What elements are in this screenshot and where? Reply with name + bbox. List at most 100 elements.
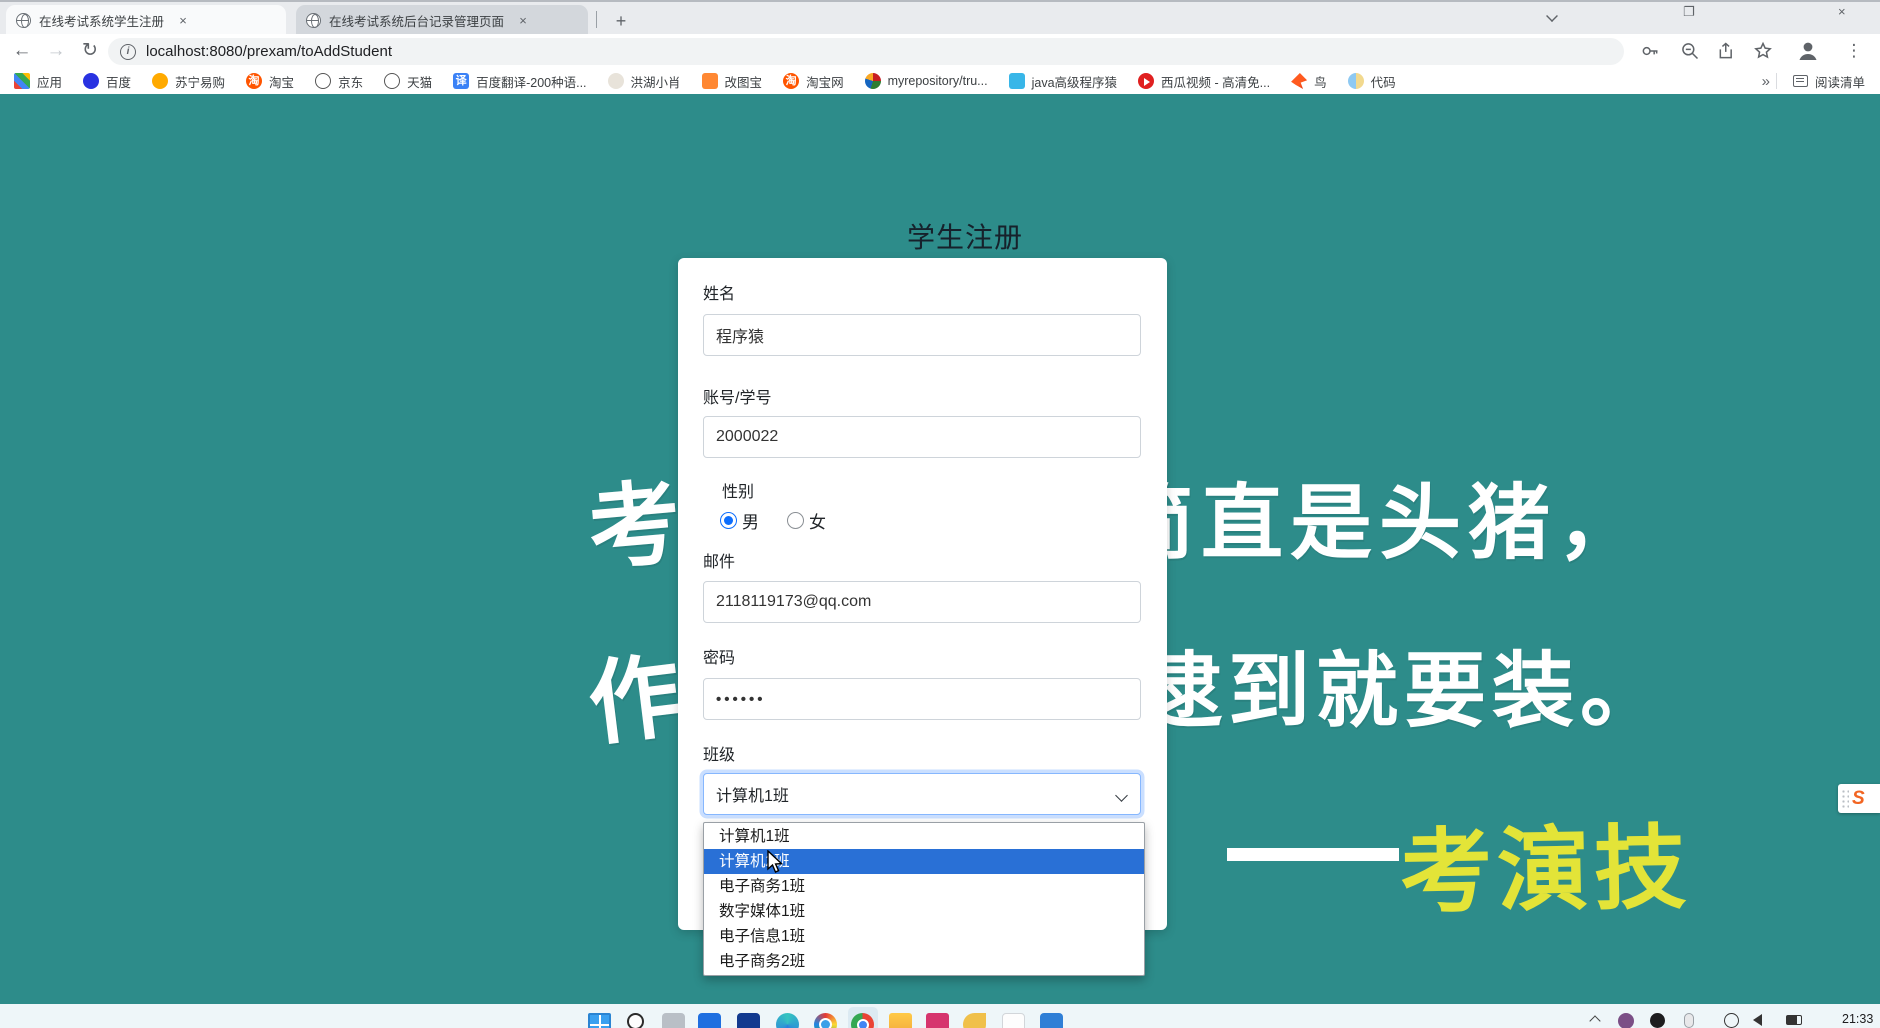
taskbar-clock[interactable]: 21:33 bbox=[1842, 1012, 1873, 1026]
globe-favicon bbox=[16, 13, 31, 28]
tray-expand-icon[interactable] bbox=[1589, 1015, 1601, 1027]
address-bar[interactable]: i localhost:8080/prexam/toAddStudent bbox=[108, 38, 1624, 65]
password-input[interactable] bbox=[703, 678, 1141, 720]
windows-taskbar: 21:33 bbox=[0, 1004, 1880, 1028]
start-button[interactable] bbox=[588, 1013, 611, 1028]
background-text-line1-right: 简直是头猪， bbox=[1112, 478, 1647, 569]
radio-male-label[interactable]: 男 bbox=[742, 508, 759, 533]
page-info-icon[interactable]: i bbox=[120, 43, 136, 60]
gender-radio-group: 男 女 bbox=[720, 508, 826, 533]
dropdown-option[interactable]: 计算机1班 bbox=[704, 824, 1144, 849]
taskbar-app-icon[interactable] bbox=[698, 1013, 721, 1028]
speaker-icon[interactable] bbox=[1753, 1014, 1762, 1026]
bookmark-apps[interactable]: 应用 bbox=[8, 70, 68, 93]
bookmark-baidu[interactable]: 百度 bbox=[77, 70, 137, 93]
share-icon[interactable] bbox=[1717, 41, 1739, 63]
dropdown-option[interactable]: 电子信息1班 bbox=[704, 924, 1144, 949]
email-input[interactable] bbox=[703, 581, 1141, 623]
translate-icon: 译 bbox=[453, 73, 470, 89]
tray-pin-icon[interactable] bbox=[1684, 1013, 1694, 1028]
radio-female-label[interactable]: 女 bbox=[809, 508, 826, 533]
globe-icon bbox=[315, 73, 332, 89]
bird-icon bbox=[1291, 73, 1308, 89]
forward-button[interactable]: → bbox=[42, 37, 70, 65]
file-explorer-icon[interactable] bbox=[889, 1013, 912, 1028]
edge-browser-icon[interactable] bbox=[776, 1013, 799, 1028]
bookmark-xigua[interactable]: 西瓜视频 - 高清免... bbox=[1132, 70, 1276, 93]
store-app-icon[interactable] bbox=[1040, 1013, 1063, 1028]
network-icon[interactable] bbox=[1724, 1013, 1739, 1028]
bookmark-suning[interactable]: 苏宁易购 bbox=[146, 70, 231, 93]
name-input[interactable] bbox=[703, 314, 1141, 356]
email-label: 邮件 bbox=[703, 554, 736, 571]
class-select[interactable]: 计算机1班 bbox=[703, 773, 1141, 815]
tray-avatar-icon[interactable] bbox=[1618, 1013, 1634, 1028]
mail-app-icon[interactable] bbox=[737, 1013, 760, 1028]
tab-search-icon[interactable] bbox=[1546, 10, 1558, 22]
gender-label: 性别 bbox=[722, 484, 755, 501]
code-icon bbox=[1347, 73, 1364, 89]
eagle-icon bbox=[607, 73, 624, 89]
tab-admin-records[interactable]: 在线考试系统后台记录管理页面 × bbox=[296, 5, 588, 36]
dropdown-option[interactable]: 数字媒体1班 bbox=[704, 899, 1144, 924]
tab-strip: 在线考试系统学生注册 × 在线考试系统后台记录管理页面 × + ❐ × bbox=[0, 0, 1880, 36]
taobao-icon: 淘 bbox=[246, 73, 263, 89]
bookmark-jd[interactable]: 京东 bbox=[309, 70, 369, 93]
url-text[interactable]: localhost:8080/prexam/toAddStudent bbox=[146, 43, 392, 60]
bookmark-tmall[interactable]: 天猫 bbox=[378, 70, 438, 93]
bookmark-bird[interactable]: 鸟 bbox=[1285, 70, 1333, 93]
play-video-icon bbox=[1138, 73, 1155, 89]
dropdown-option[interactable]: 电子商务2班 bbox=[704, 949, 1144, 974]
tab-title: 在线考试系统后台记录管理页面 bbox=[329, 15, 505, 29]
browser-app-icon[interactable] bbox=[814, 1013, 837, 1028]
window-close-button[interactable]: × bbox=[1838, 4, 1846, 19]
taskbar-app-icon[interactable] bbox=[662, 1013, 685, 1028]
radio-female[interactable] bbox=[787, 512, 804, 529]
tray-app-icon[interactable] bbox=[1650, 1013, 1665, 1028]
input-method-widget[interactable]: S bbox=[1838, 784, 1880, 813]
bookmarks-overflow-chevron[interactable]: » bbox=[1762, 73, 1770, 90]
photos-app-icon[interactable] bbox=[926, 1013, 949, 1028]
sogou-s-icon: S bbox=[1852, 787, 1865, 809]
tab-close-icon[interactable]: × bbox=[514, 12, 532, 30]
reading-list-button[interactable]: 阅读清单 bbox=[1787, 70, 1871, 93]
bookmark-code[interactable]: 代码 bbox=[1342, 70, 1402, 93]
maximize-button[interactable]: ❐ bbox=[1683, 4, 1695, 20]
taskbar-app-icon[interactable] bbox=[1002, 1013, 1025, 1028]
reload-button[interactable]: ↻ bbox=[76, 37, 104, 65]
tab-student-register[interactable]: 在线考试系统学生注册 × bbox=[6, 5, 286, 36]
radio-male[interactable] bbox=[720, 512, 737, 529]
menu-icon[interactable]: ⋮ bbox=[1843, 41, 1865, 63]
class-select-value: 计算机1班 bbox=[716, 788, 789, 805]
screen: 在线考试系统学生注册 × 在线考试系统后台记录管理页面 × + ❐ × ← → … bbox=[0, 0, 1880, 1028]
taskbar-app-icon[interactable] bbox=[963, 1013, 986, 1028]
taskbar-search-icon[interactable] bbox=[627, 1013, 644, 1028]
chevron-down-icon bbox=[1115, 789, 1128, 802]
background-text-line2-right: 逮到就要装。 bbox=[1140, 646, 1669, 737]
profile-avatar[interactable] bbox=[1796, 39, 1818, 61]
drag-handle-dots bbox=[1841, 788, 1849, 809]
back-button[interactable]: ← bbox=[8, 37, 36, 65]
battery-icon[interactable] bbox=[1786, 1015, 1802, 1025]
tab-separator bbox=[596, 11, 597, 28]
bookmark-myrepository[interactable]: myrepository/tru... bbox=[859, 71, 994, 91]
account-input[interactable] bbox=[703, 416, 1141, 458]
globe-favicon bbox=[306, 13, 321, 28]
class-dropdown-list: 计算机1班 计算机2班 电子商务1班 数字媒体1班 电子信息1班 电子商务2班 bbox=[703, 822, 1145, 976]
reading-list-icon bbox=[1792, 75, 1808, 87]
bookmark-gaitubao[interactable]: 改图宝 bbox=[696, 70, 769, 93]
bookmark-translate[interactable]: 译百度翻译-200种语... bbox=[447, 70, 592, 93]
account-label: 账号/学号 bbox=[703, 390, 772, 407]
tab-close-icon[interactable]: × bbox=[174, 12, 192, 30]
bookmark-honghu[interactable]: 洪湖小肖 bbox=[602, 70, 687, 93]
suning-lion-icon bbox=[152, 73, 169, 89]
zoom-out-icon[interactable] bbox=[1680, 41, 1702, 63]
globe-icon bbox=[384, 73, 401, 89]
bookmark-java[interactable]: java高级程序猿 bbox=[1003, 70, 1123, 93]
bookmark-taobao[interactable]: 淘淘宝 bbox=[240, 70, 300, 93]
bookmark-star-icon[interactable] bbox=[1753, 41, 1775, 63]
background-text-line1-left: 考 bbox=[584, 472, 686, 582]
bookmark-taobaowang[interactable]: 淘淘宝网 bbox=[777, 70, 850, 93]
password-key-icon[interactable] bbox=[1640, 41, 1662, 63]
new-tab-button[interactable]: + bbox=[608, 9, 634, 35]
